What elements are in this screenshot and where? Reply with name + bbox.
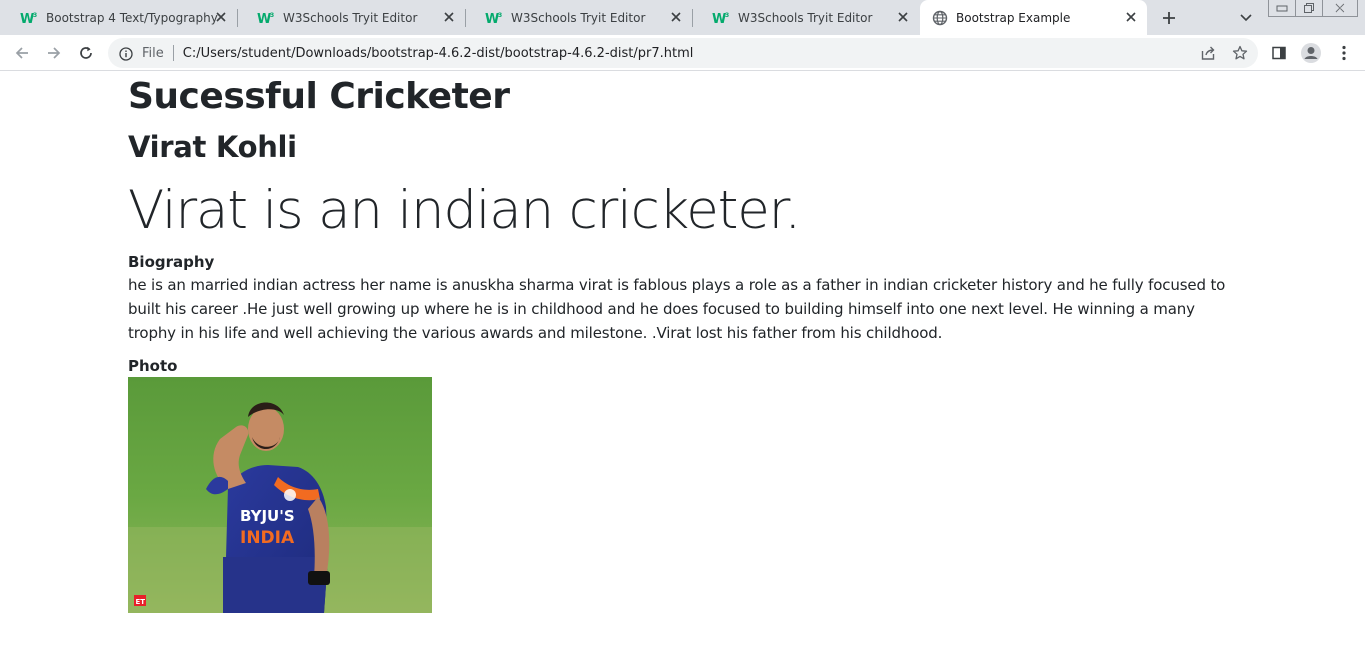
tab-tryit-editor-3[interactable]: W3 W3Schools Tryit Editor [692, 0, 919, 35]
page-title: Sucessful Cricketer [128, 76, 510, 117]
back-button[interactable] [10, 41, 34, 65]
share-icon[interactable] [1199, 44, 1217, 62]
svg-text:3: 3 [498, 12, 502, 19]
tab-tryit-editor-2[interactable]: W3 W3Schools Tryit Editor [465, 0, 692, 35]
svg-text:3: 3 [725, 12, 729, 19]
w3schools-icon: W3 [257, 9, 275, 27]
w3schools-icon: W3 [20, 9, 38, 27]
page-subtitle: Virat Kohli [128, 130, 297, 164]
restore-button[interactable] [1295, 0, 1323, 17]
svg-text:3: 3 [33, 12, 37, 19]
globe-icon [932, 10, 948, 26]
tab-title: W3Schools Tryit Editor [283, 10, 418, 25]
restore-icon [1304, 3, 1314, 13]
close-icon[interactable] [441, 9, 457, 25]
arrow-left-icon [15, 47, 28, 59]
w3schools-icon: W3 [485, 9, 503, 27]
address-divider [172, 45, 174, 61]
svg-text:3: 3 [270, 12, 274, 19]
cricketer-photo: BYJU'S INDIA ET [128, 377, 432, 613]
plus-icon [1163, 12, 1175, 24]
tab-title: W3Schools Tryit Editor [738, 10, 873, 25]
chevron-down-icon [1240, 14, 1252, 22]
tab-title: Bootstrap 4 Text/Typography [46, 10, 218, 25]
profile-button[interactable] [1300, 42, 1322, 64]
close-icon[interactable] [1123, 9, 1139, 25]
tab-bootstrap-example[interactable]: Bootstrap Example [920, 0, 1147, 35]
browser-toolbar: File C:/Users/student/Downloads/bootstra… [0, 35, 1365, 71]
svg-text:BYJU'S: BYJU'S [240, 507, 295, 525]
svg-text:ET: ET [136, 598, 146, 606]
web-page: Sucessful Cricketer Virat Kohli Virat is… [0, 72, 1365, 662]
url-text[interactable]: C:/Users/student/Downloads/bootstrap-4.6… [183, 46, 694, 61]
minimize-button[interactable] [1268, 0, 1296, 17]
side-panel-button[interactable] [1268, 42, 1290, 64]
new-tab-button[interactable] [1157, 6, 1181, 30]
info-icon[interactable] [119, 46, 133, 61]
lead-text: Virat is an indian cricketer. [128, 180, 801, 241]
close-icon[interactable] [213, 9, 229, 25]
tab-bootstrap-typography[interactable]: W3 Bootstrap 4 Text/Typography [0, 0, 237, 35]
kebab-menu-icon [1342, 45, 1346, 61]
side-panel-icon [1272, 46, 1286, 60]
close-icon [1335, 3, 1345, 13]
photo-heading: Photo [128, 357, 178, 375]
svg-text:INDIA: INDIA [240, 528, 295, 548]
window-close-button[interactable] [1322, 0, 1358, 17]
avatar-icon [1301, 43, 1321, 63]
close-icon[interactable] [668, 9, 684, 25]
arrow-right-icon [48, 47, 61, 59]
tab-strip: W3 Bootstrap 4 Text/Typography W3 W3Scho… [0, 0, 1365, 35]
reload-icon [80, 46, 92, 59]
close-icon[interactable] [895, 9, 911, 25]
biography-heading: Biography [128, 253, 215, 271]
bookmark-star-icon[interactable] [1231, 44, 1249, 62]
reload-button[interactable] [74, 41, 98, 65]
w3schools-icon: W3 [712, 9, 730, 27]
tab-tryit-editor-1[interactable]: W3 W3Schools Tryit Editor [237, 0, 465, 35]
tab-title: Bootstrap Example [956, 10, 1071, 25]
tab-search-button[interactable] [1236, 8, 1256, 28]
scheme-label: File [142, 45, 164, 61]
minimize-icon [1276, 5, 1288, 12]
forward-button[interactable] [42, 41, 66, 65]
address-bar[interactable]: File C:/Users/student/Downloads/bootstra… [108, 38, 1258, 68]
biography-text: he is an married indian actress her name… [128, 276, 1226, 342]
tab-title: W3Schools Tryit Editor [511, 10, 646, 25]
menu-button[interactable] [1333, 42, 1355, 64]
